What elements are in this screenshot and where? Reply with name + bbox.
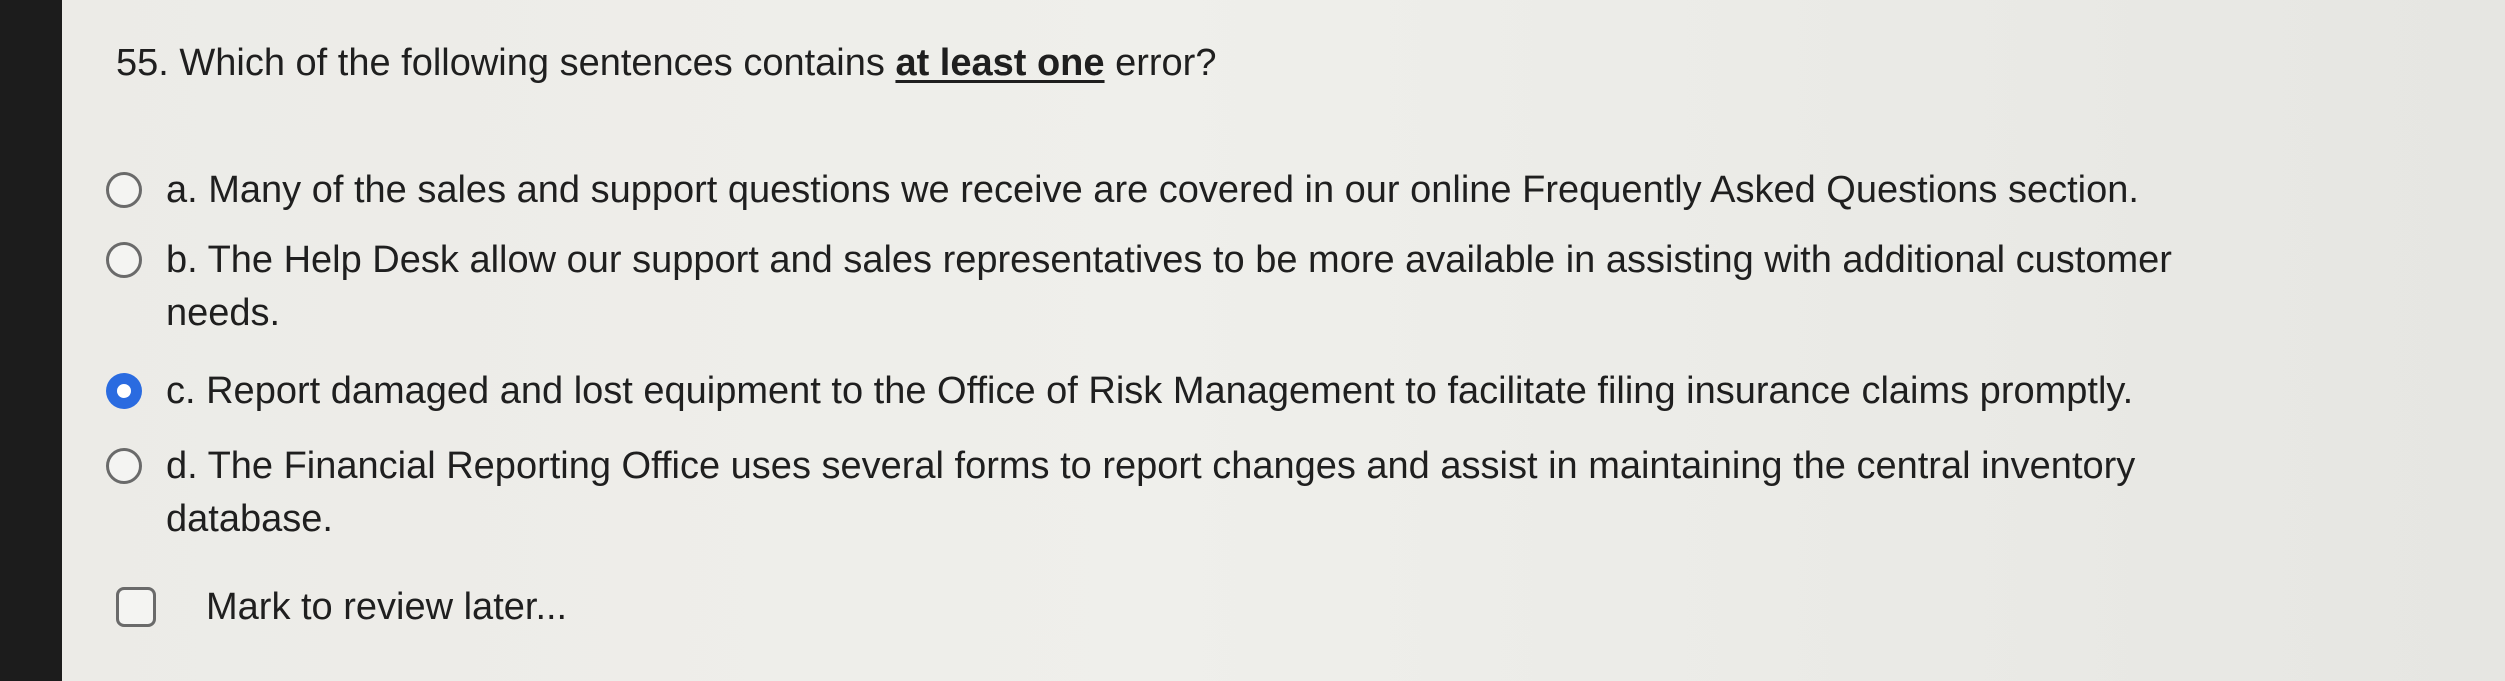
option-c-line1: c. Report damaged and lost equipment to … [166, 370, 2134, 412]
mark-review-label: Mark to review later... [206, 586, 568, 628]
question-text: 55. Which of the following sentences con… [116, 42, 1216, 85]
option-c-label: c. Report damaged and lost equipment to … [166, 369, 2133, 413]
option-a-line1: a. Many of the sales and support questio… [166, 169, 2139, 211]
option-d-line1: d. The Financial Reporting Office uses s… [166, 445, 2136, 487]
option-b-line2: needs. [166, 292, 281, 334]
option-a-radio[interactable] [106, 172, 142, 208]
option-a-label: a. Many of the sales and support questio… [166, 168, 2139, 212]
question-emphasis: at least one [895, 42, 1105, 84]
question-suffix: error? [1104, 42, 1217, 84]
mark-review-checkbox[interactable] [116, 587, 156, 627]
option-c-radio[interactable] [106, 373, 142, 409]
option-b-label: b. The Help Desk allow our support and s… [166, 238, 2172, 335]
option-d-line2: database. [166, 498, 333, 540]
option-b-line1: b. The Help Desk allow our support and s… [166, 239, 2172, 281]
quiz-screen: 55. Which of the following sentences con… [62, 0, 2505, 681]
option-b-radio[interactable] [106, 242, 142, 278]
option-d-label: d. The Financial Reporting Office uses s… [166, 444, 2135, 541]
question-prefix: 55. Which of the following sentences con… [116, 42, 896, 84]
option-d-radio[interactable] [106, 448, 142, 484]
